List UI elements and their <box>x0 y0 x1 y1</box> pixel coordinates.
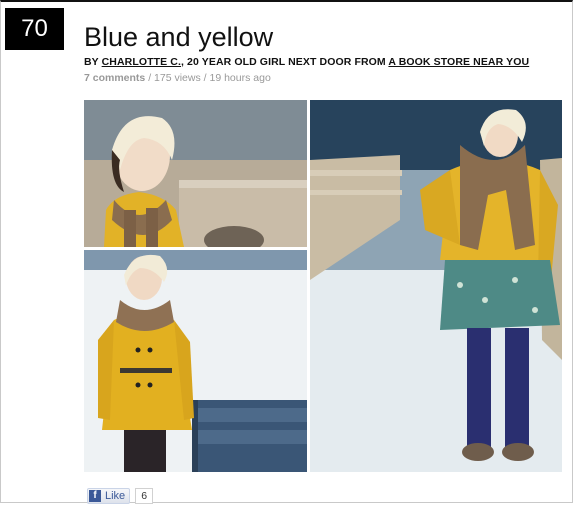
author-link[interactable]: CHARLOTTE C. <box>102 56 181 68</box>
post-meta: 7 comments / 175 views / 19 hours ago <box>84 72 271 84</box>
facebook-icon: f <box>89 489 101 502</box>
location-link[interactable]: A BOOK STORE NEAR YOU <box>388 56 529 68</box>
comments-link[interactable]: 7 comments <box>84 72 145 84</box>
byline-prefix: BY <box>84 56 102 68</box>
outfit-photo-coat[interactable] <box>84 250 307 472</box>
post-title[interactable]: Blue and yellow <box>84 20 273 54</box>
photo-coat-art <box>84 250 307 472</box>
byline: BY CHARLOTTE C., 20 YEAR OLD GIRL NEXT D… <box>84 56 529 68</box>
outfit-photo-closeup[interactable] <box>84 100 307 247</box>
rank-badge: 70 <box>5 8 64 50</box>
byline-middle: , 20 YEAR OLD GIRL NEXT DOOR FROM <box>181 56 389 68</box>
photo-full-art <box>310 100 562 472</box>
like-widget: f Like 6 <box>87 487 154 504</box>
photo-closeup-art <box>84 100 307 247</box>
like-label: Like <box>105 489 126 502</box>
views-time: / 175 views / 19 hours ago <box>148 72 271 84</box>
like-button[interactable]: f Like <box>87 487 131 504</box>
like-count: 6 <box>135 487 154 504</box>
outfit-photo-full[interactable] <box>310 100 562 472</box>
